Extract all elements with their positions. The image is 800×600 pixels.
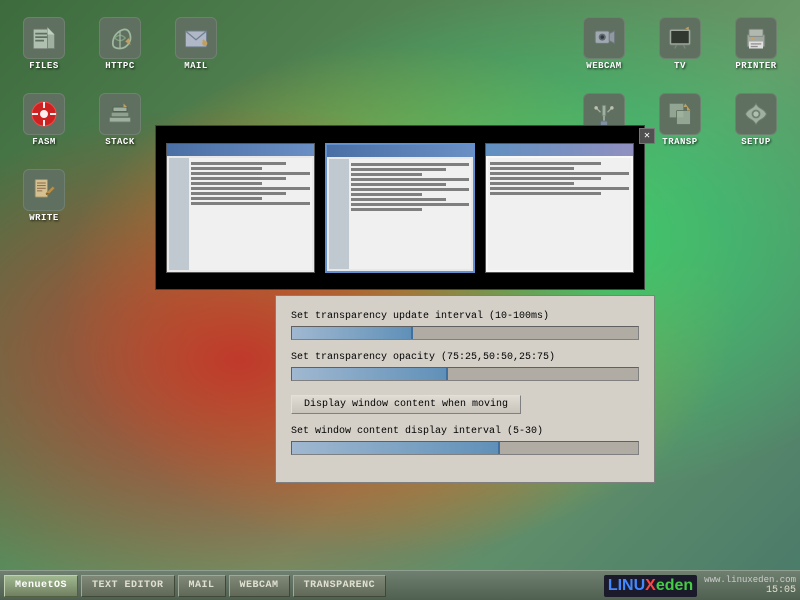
thumb3-lines: [488, 158, 631, 199]
taskbar-mail[interactable]: MAIL: [178, 575, 226, 597]
thumb1-main: [189, 158, 312, 270]
thumb3-content: [486, 156, 633, 272]
thumb2-content: [327, 157, 474, 271]
start-button[interactable]: MenuetOS: [4, 575, 78, 597]
webcam-label: WEBCAM: [586, 61, 621, 71]
content-interval-fill: [292, 442, 500, 454]
opacity-slider[interactable]: [291, 367, 639, 381]
setup-icon-img: [735, 93, 777, 135]
window-thumb-3[interactable]: [485, 143, 634, 273]
logo-container: LINU X eden: [604, 575, 697, 597]
taskbar-logo: LINU X eden: [604, 575, 697, 597]
thumb2-sidebar: [329, 159, 349, 269]
thumb2-titlebar: [327, 145, 474, 157]
update-interval-slider[interactable]: [291, 326, 639, 340]
logo-x: X: [645, 577, 656, 595]
icon-stack[interactable]: STACK: [86, 86, 154, 154]
taskbar: MenuetOS TEXT EDITOR MAIL WEBCAM TRANSPA…: [0, 570, 800, 600]
stack-icon-img: [99, 93, 141, 135]
write-icon-img: [23, 169, 65, 211]
thumb1-content: [167, 156, 314, 272]
icon-row-1: FILES HTTPC MAIL: [10, 10, 230, 78]
files-icon-img: [23, 17, 65, 59]
logo-eden: eden: [656, 577, 693, 595]
icon-printer[interactable]: PRINTER: [722, 10, 790, 78]
icon-fasm[interactable]: FASM: [10, 86, 78, 154]
thumb1-lines: [189, 158, 312, 209]
update-interval-label: Set transparency update interval (10-100…: [291, 311, 639, 322]
printer-icon-img: [735, 17, 777, 59]
website-text: www.linuxeden.com: [704, 575, 796, 585]
window-switcher-close[interactable]: ✕: [639, 128, 655, 144]
icon-mail[interactable]: MAIL: [162, 10, 230, 78]
files-label: FILES: [29, 61, 59, 71]
fasm-icon-img: [23, 93, 65, 135]
mail-icon-img: [175, 17, 217, 59]
tv-icon-img: [659, 17, 701, 59]
icon-write[interactable]: WRITE: [10, 162, 78, 230]
settings-row-1: Set transparency update interval (10-100…: [291, 311, 639, 340]
transp-label: TRANSP: [662, 137, 697, 147]
icon-tv[interactable]: TV: [646, 10, 714, 78]
display-window-content-button[interactable]: Display window content when moving: [291, 395, 521, 414]
icon-httpc[interactable]: HTTPC: [86, 10, 154, 78]
fasm-label: FASM: [32, 137, 56, 147]
taskbar-transparenc[interactable]: TRANSPARENC: [293, 575, 387, 597]
window-switcher: [155, 125, 645, 290]
logo-linu: LINU: [608, 577, 645, 595]
taskbar-text-editor[interactable]: TEXT EDITOR: [81, 575, 175, 597]
content-interval-label: Set window content display interval (5-3…: [291, 426, 639, 437]
icon-row-right-1: WEBCAM TV: [570, 10, 790, 78]
opacity-label: Set transparency opacity (75:25,50:50,25…: [291, 352, 639, 363]
update-interval-fill: [292, 327, 413, 339]
icon-webcam[interactable]: WEBCAM: [570, 10, 638, 78]
transp-icon-img: [659, 93, 701, 135]
webcam-icon-img: [583, 17, 625, 59]
icon-setup[interactable]: SETUP: [722, 86, 790, 154]
icon-files[interactable]: FILES: [10, 10, 78, 78]
settings-row-3: Display window content when moving: [291, 393, 639, 414]
thumb1-sidebar: [169, 158, 189, 270]
tv-label: TV: [674, 61, 686, 71]
write-label: WRITE: [29, 213, 59, 223]
icon-transp[interactable]: TRANSP: [646, 86, 714, 154]
window-thumb-1[interactable]: [166, 143, 315, 273]
httpc-icon-img: [99, 17, 141, 59]
thumb2-main: [349, 159, 472, 269]
stack-label: STACK: [105, 137, 135, 147]
window-thumb-2[interactable]: [325, 143, 476, 273]
thumb2-lines: [349, 159, 472, 215]
httpc-label: HTTPC: [105, 61, 135, 71]
thumb1-titlebar: [167, 144, 314, 156]
thumb3-main: [488, 158, 631, 270]
thumb3-titlebar: [486, 144, 633, 156]
taskbar-webcam[interactable]: WEBCAM: [229, 575, 290, 597]
mail-label: MAIL: [184, 61, 208, 71]
clock-text: 15:05: [766, 585, 796, 596]
content-interval-slider[interactable]: [291, 441, 639, 455]
settings-row-2: Set transparency opacity (75:25,50:50,25…: [291, 352, 639, 381]
taskbar-info: www.linuxeden.com 15:05: [704, 575, 796, 596]
printer-label: PRINTER: [735, 61, 776, 71]
settings-row-4: Set window content display interval (5-3…: [291, 426, 639, 455]
settings-panel: Set transparency update interval (10-100…: [275, 295, 655, 483]
opacity-fill: [292, 368, 448, 380]
setup-label: SETUP: [741, 137, 771, 147]
